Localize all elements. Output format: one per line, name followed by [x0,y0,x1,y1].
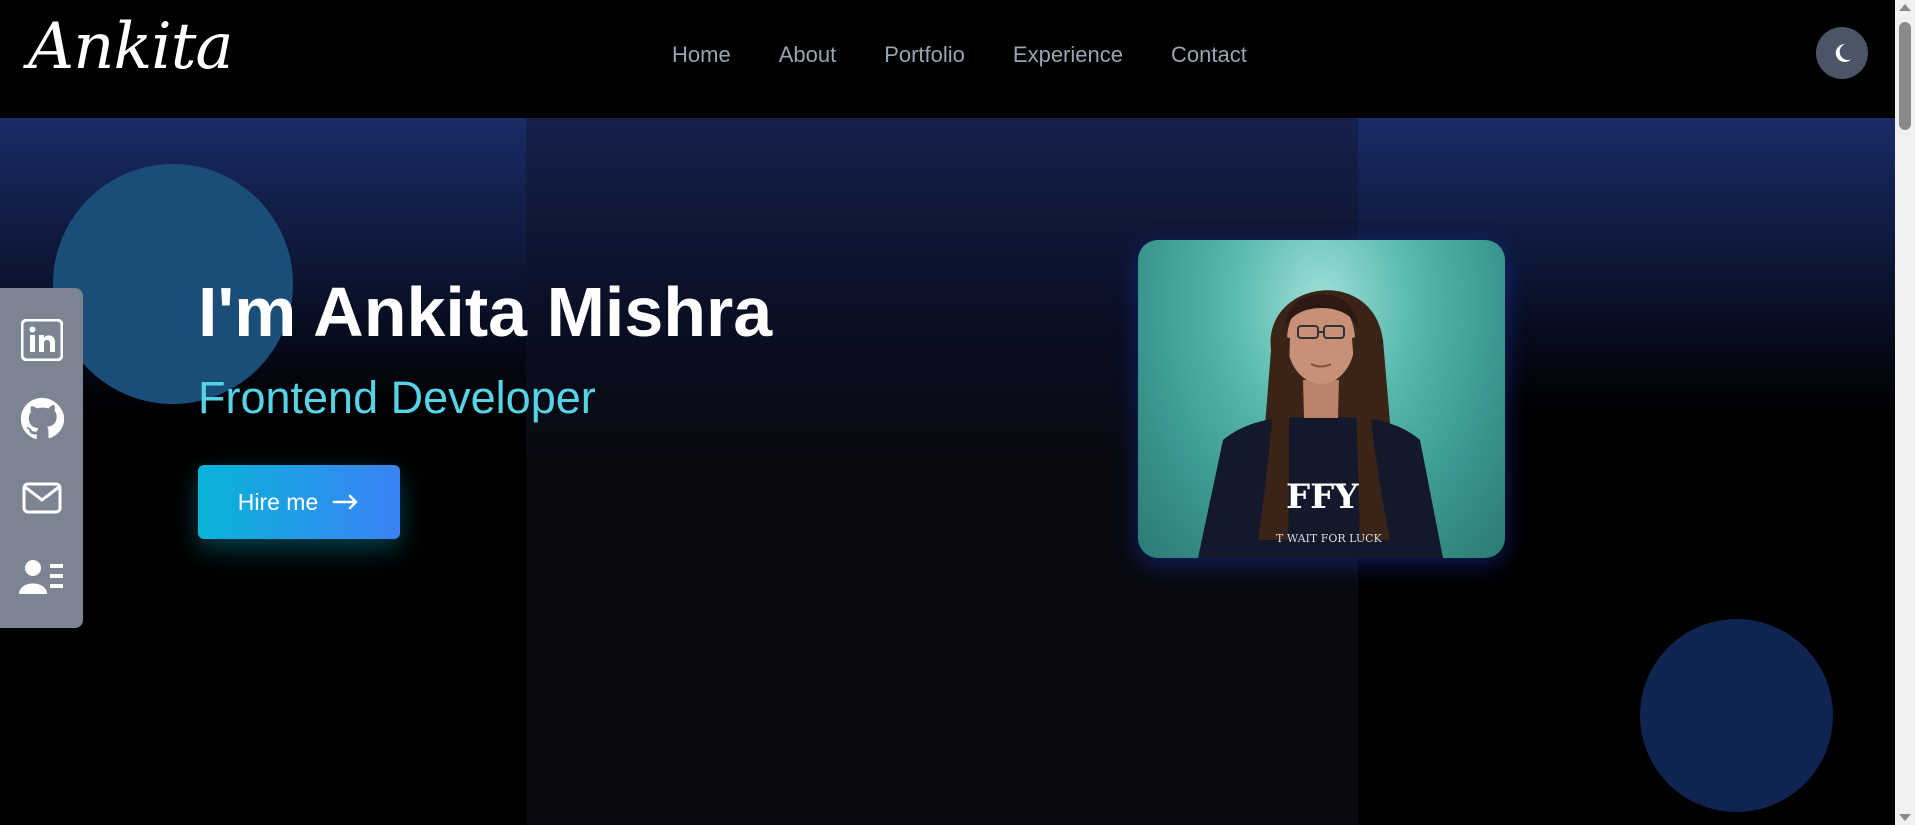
page: Ankita Home About Portfolio Experience C… [0,0,1915,825]
hero-role: Frontend Developer [198,372,596,423]
social-sidebar [0,288,83,628]
github-link[interactable] [19,396,65,442]
main-nav: Home About Portfolio Experience Contact [672,42,1247,68]
shirt-print-small: T WAIT FOR LUCK [1276,532,1383,545]
nav-about[interactable]: About [779,42,837,68]
shirt-print: FFY [1286,477,1359,517]
nav-contact[interactable]: Contact [1171,42,1247,68]
nav-experience[interactable]: Experience [1013,42,1123,68]
logo[interactable]: Ankita [28,10,234,84]
linkedin-icon [20,318,63,361]
scroll-up-arrow-icon[interactable] [1899,4,1911,11]
nav-home[interactable]: Home [672,42,731,68]
hire-me-button[interactable]: Hire me [198,465,400,539]
theme-toggle-button[interactable] [1816,27,1868,79]
vertical-scrollbar[interactable] [1895,0,1915,825]
hire-me-label: Hire me [237,488,319,515]
hero-headline: I'm Ankita Mishra [198,273,773,351]
github-icon [20,397,64,439]
resume-icon [18,559,63,594]
header: Ankita Home About Portfolio Experience C… [0,0,1895,118]
profile-photo: FFY T WAIT FOR LUCK [1138,240,1505,558]
arrow-right-icon [333,494,358,510]
resume-link[interactable] [18,554,65,600]
portrait-illustration: FFY T WAIT FOR LUCK [1198,290,1443,558]
decorative-circle [1640,619,1833,812]
moon-icon [1835,43,1851,62]
scroll-down-arrow-icon[interactable] [1899,814,1911,821]
nav-portfolio[interactable]: Portfolio [884,42,965,68]
linkedin-link[interactable] [19,317,65,363]
mail-icon [22,482,61,513]
scroll-thumb[interactable] [1899,22,1911,130]
email-link[interactable] [19,475,65,521]
